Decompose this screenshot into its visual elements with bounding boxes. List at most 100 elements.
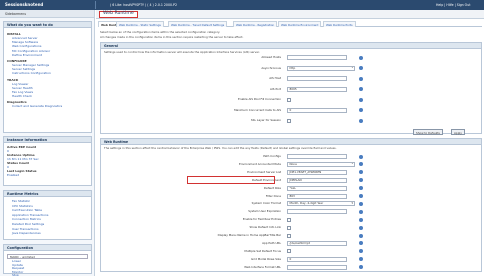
form-row: Default Role *ALL [101,185,483,191]
field-input-web-interface-format-url[interactable] [287,264,347,270]
field-label-ais-host: AIS Host [269,76,281,80]
field-input-ais-host[interactable] [287,76,347,81]
info-icon[interactable] [359,66,363,70]
info-icon[interactable] [359,97,363,102]
field-label-grid-modal-rows-size: Grid Modal Rows Size [251,256,281,261]
field-checkbox-multiple-set-default-focus[interactable] [287,249,291,254]
field-input-environment-server-list[interactable]: JDE1.VEAET_ATWKREN [287,169,347,175]
field-checkbox-enable-ais-pool-fill-connection[interactable] [287,97,291,102]
info-icon[interactable] [359,55,363,60]
field-input-filter-done[interactable]: 863 [287,193,347,199]
info-icon[interactable] [359,225,363,230]
field-input-grid-modal-rows-size[interactable]: 0 [287,256,347,262]
field-label-multiple-set-default-focus: Multiple Set Default Focus [244,248,281,253]
field-input-default-environment[interactable]: JDEPLAN [287,177,347,183]
section-help: Settings used to control how the informa… [104,50,260,54]
info-icon[interactable] [359,118,363,123]
highlight-box [187,176,275,185]
form-row: Enable for Fast Row Entries [101,217,483,222]
tab-web-runtime-environment[interactable]: Web Runtime Environment [278,21,322,27]
panel-body: Active EKE Count 0 Instance Uptime 1h 8m 11… [4,143,91,179]
sidebar-link-collect-and-generate-diagnostics[interactable]: Collect and Generate Diagnostics [7,104,88,108]
info-icon[interactable] [359,108,363,112]
field-label-ais-port: AIS Port [270,86,281,91]
info-icon[interactable] [359,257,363,262]
field-label-filter-done: Filter Done [265,193,281,198]
field-label-system-user-expiration: System User Expiration [248,209,281,214]
field-checkbox-display-menu-name-in-home-appbartitle-bar[interactable] [287,233,291,238]
instance-info-item: Status Count 0 [7,161,88,169]
tab-web-runtime-registration[interactable]: Web Runtime - Registration [233,21,278,27]
session-info: ( 6 Lite: hostVPYSPTY ) ( 4 ) 2.0.1 2000… [110,2,177,7]
page-title: Web Runtime [99,11,138,18]
field-label-allowed-hosts: Allowed Hosts [261,55,281,59]
instance-info-panel: Instance Information Active EKE Count 0 In… [3,136,92,186]
field-label-ssl-layer-for-session: SSL Layer for Session [250,118,281,122]
what-to-do-panel: What do you want to do INSTALL Advanced S… [3,21,92,133]
field-input-default-role[interactable]: *ALL [287,185,347,191]
reset-defaults-button[interactable]: Show to Defaults [413,129,443,135]
field-label-path-configu: Path Configu [263,154,281,158]
info-icon[interactable] [359,201,363,206]
field-label-app-path-url: App Path URL [262,240,281,245]
section-help: The settings in this section affect the … [104,146,337,150]
field-select-asynchronous[interactable]: http [287,65,355,71]
field-label-environment-accounted-mode: Environment Accounted Mode [238,161,281,166]
field-checkbox-enable-for-fast-row-entries[interactable] [287,217,291,222]
sidebar-link-health-check[interactable]: Health Check [7,94,88,98]
form-row: Maximum Concurrent Calls to AIS 0 [101,107,483,113]
sidebar-link-define-environment[interactable]: Define Environment [7,53,88,57]
field-input-system-user-expiration[interactable] [287,209,347,215]
field-input-ais-port[interactable]: 8095 [287,86,347,92]
info-icon[interactable] [359,162,363,167]
info-icon[interactable] [359,178,363,183]
info-icon[interactable] [359,209,363,214]
info-icon[interactable] [359,217,363,222]
info-key: Active EKE Count [7,145,37,149]
field-select-system-color-format[interactable]: Month, Day, 4-digit Year [287,201,355,207]
tab-web-runtime-tuned-default-settings[interactable]: Web Runtime - Tuned Default Settings [168,21,228,27]
field-checkbox-show-default-info-link[interactable] [287,225,291,230]
info-icon[interactable] [359,241,363,246]
field-label-default-role: Default Role [263,185,281,190]
form-row: Display Menu Name in Home AppBarTitle Ba… [101,233,483,238]
info-icon[interactable] [359,186,363,191]
brand-label: Sessionsknotend [5,2,44,7]
info-icon[interactable] [359,87,363,91]
panel-body: MAIRC - unlimited Lower Update Request Moni… [4,251,91,276]
info-key: Status Count [7,161,29,165]
field-checkbox-ssl-layer-for-session[interactable] [287,118,291,123]
sidebar-link-instructions-configuration[interactable]: Instructions Configuration [7,71,88,75]
field-input-app-path-url[interactable]: /jde/owhtml/pt [287,240,347,246]
title-bar: Web Runtime [96,10,484,19]
info-icon[interactable] [359,249,363,254]
info-line-1: Select below an of the configuration ite… [100,30,221,34]
help-links[interactable]: Help | Hilfe | Sign Out [436,3,470,7]
panel-body: INSTALL Advanced Server Manage Software Web… [4,28,91,111]
info-icon[interactable] [359,194,363,198]
field-select-environment-accounted-mode[interactable]: None [287,161,355,167]
info-icon[interactable] [359,233,363,238]
field-input-maximum-concurrent-calls-to-ais[interactable]: 0 [287,107,347,113]
field-input-allowed-hosts[interactable] [287,55,347,60]
tab-strip: Web Runtime Web Runtime - Static Settings… [98,21,482,27]
form-row: Asynchronous http [101,65,483,71]
field-input-path-configu[interactable] [287,154,347,159]
field-label-maximum-concurrent-calls-to-ais: Maximum Concurrent Calls to AIS [234,107,281,112]
field-label-enable-for-fast-row-entries: Enable for Fast Row Entries [242,217,281,222]
metric-link-java-dependencies[interactable]: Java Dependencies [7,231,88,236]
tab-web-runtime-static-settings[interactable]: Web Runtime - Static Settings [116,21,164,27]
tab-web-runtime-ports[interactable]: Web Runtime Ports [323,21,356,27]
field-label-environment-server-list: Environment Server List [247,169,281,174]
info-icon[interactable] [359,265,363,270]
form-row: SSL Layer for Session [101,118,483,123]
apply-button[interactable]: Apply [451,129,465,135]
field-label-asynchronous: Asynchronous [261,65,281,70]
info-icon[interactable] [359,170,363,175]
form-row: Multiple Set Default Focus [101,249,483,254]
info-icon[interactable] [359,76,363,81]
main-content: Web Runtime Web Runtime Web Runtime - Sta… [96,10,484,276]
info-icon[interactable] [359,154,363,159]
sidebar: Sidebarmenu What do you want to do INSTA… [0,10,95,276]
info-line-2: All changes made in the configuration it… [100,35,244,39]
